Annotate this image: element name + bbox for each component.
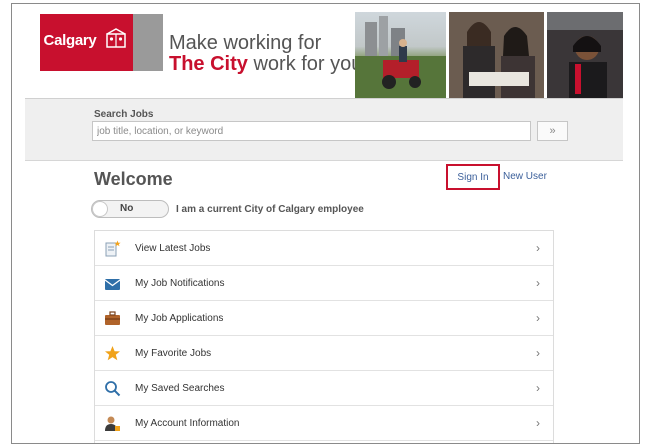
search-icon bbox=[105, 381, 121, 397]
chevron-right-icon: › bbox=[536, 381, 540, 395]
employee-toggle-label: I am a current City of Calgary employee bbox=[176, 204, 364, 215]
menu-item-view-latest-jobs[interactable]: View Latest Jobs › bbox=[95, 231, 553, 266]
menu-item-label: My Account Information bbox=[135, 418, 240, 429]
page-frame: Calgary Make working for The City work f… bbox=[11, 3, 640, 444]
menu-item-label: View Latest Jobs bbox=[135, 243, 211, 254]
menu-item-job-applications[interactable]: My Job Applications › bbox=[95, 301, 553, 336]
banner-tagline: Make working for The City work for you. bbox=[169, 33, 368, 75]
tagline-line-2: work for you. bbox=[247, 53, 368, 75]
employee-toggle[interactable]: No bbox=[91, 200, 169, 218]
chevron-right-icon: › bbox=[536, 276, 540, 290]
mower-photo-icon bbox=[355, 16, 446, 98]
star-icon bbox=[105, 346, 120, 361]
city-logo[interactable]: Calgary bbox=[40, 14, 133, 71]
header-banner: Calgary Make working for The City work f… bbox=[25, 4, 623, 99]
menu-item-saved-searches[interactable]: My Saved Searches › bbox=[95, 371, 553, 406]
tagline-line-1: Make working for bbox=[169, 32, 322, 54]
new-user-link[interactable]: New User bbox=[503, 171, 547, 182]
banner-photo-mower bbox=[355, 12, 446, 98]
toggle-knob bbox=[92, 201, 108, 217]
menu-item-label: My Saved Searches bbox=[135, 383, 225, 394]
user-icon bbox=[105, 416, 120, 431]
menu-item-job-notifications[interactable]: My Job Notifications › bbox=[95, 266, 553, 301]
menu-item-account-information[interactable]: My Account Information › bbox=[95, 406, 553, 441]
quick-links-menu: View Latest Jobs › My Job Notifications … bbox=[94, 230, 554, 443]
chevron-right-icon: › bbox=[536, 241, 540, 255]
banner-photo-women bbox=[449, 12, 544, 98]
tagline-highlight: The City bbox=[169, 53, 248, 75]
chevron-right-icon: › bbox=[536, 346, 540, 360]
menu-item-favorite-jobs[interactable]: My Favorite Jobs › bbox=[95, 336, 553, 371]
document-star-icon bbox=[105, 240, 121, 257]
chevron-right-icon: › bbox=[536, 416, 540, 430]
search-button[interactable]: » bbox=[537, 121, 568, 141]
search-input[interactable] bbox=[92, 121, 531, 141]
sign-in-link[interactable]: Sign In bbox=[446, 164, 500, 190]
menu-item-label: My Job Notifications bbox=[135, 278, 225, 289]
logo-separator bbox=[133, 14, 163, 71]
welcome-heading: Welcome bbox=[94, 169, 173, 189]
briefcase-icon bbox=[105, 311, 120, 325]
driver-photo-icon bbox=[547, 12, 623, 98]
women-photo-icon bbox=[449, 12, 544, 98]
banner-photo-driver bbox=[547, 12, 623, 98]
search-label: Search Jobs bbox=[94, 109, 154, 120]
envelope-icon bbox=[104, 279, 121, 290]
city-crest-icon bbox=[106, 28, 126, 48]
menu-item-label: My Favorite Jobs bbox=[135, 348, 212, 359]
chevron-right-icon: › bbox=[536, 311, 540, 325]
search-section: Search Jobs » bbox=[25, 99, 623, 161]
logo-text: Calgary bbox=[43, 32, 97, 49]
menu-item-label: My Job Applications bbox=[135, 313, 224, 324]
toggle-value: No bbox=[120, 203, 134, 214]
